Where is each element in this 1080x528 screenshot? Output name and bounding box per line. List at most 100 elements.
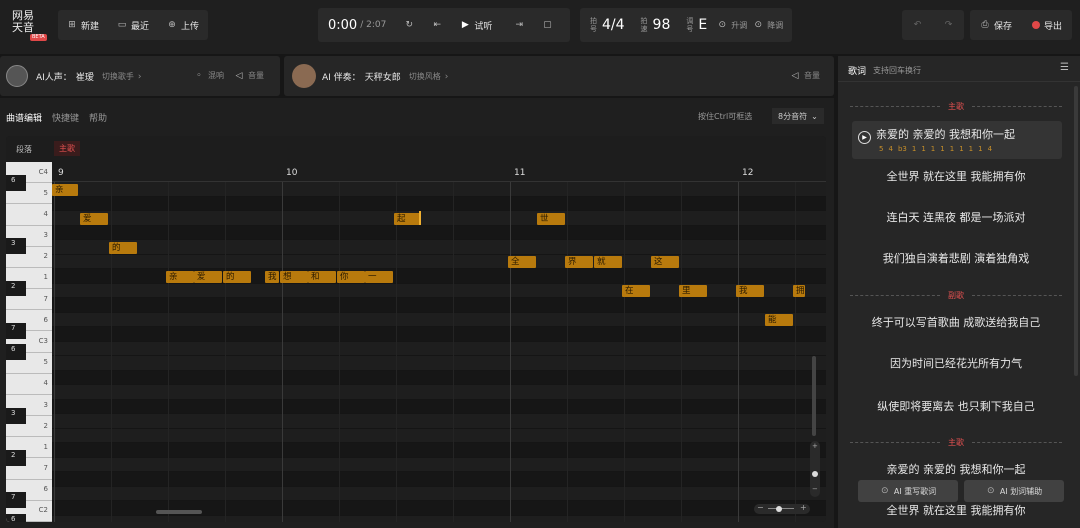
note-block[interactable]: 爱 — [80, 212, 108, 225]
black-key[interactable]: 6 — [6, 174, 26, 191]
note-value-select[interactable]: 8分音符 ⌄ — [772, 108, 824, 124]
note-block[interactable]: 拥 — [793, 285, 805, 297]
undo-icon[interactable]: ↶ — [913, 20, 923, 30]
note-block[interactable]: 在 — [622, 285, 650, 297]
play-line-icon[interactable]: ▶ — [858, 131, 871, 144]
lyrics-title: 歌词 — [848, 67, 867, 77]
note-block[interactable]: 我 — [736, 285, 764, 297]
note-block[interactable]: 世 — [537, 212, 565, 225]
lyric-line-8[interactable]: 亲爱的 亲爱的 我想和你一起 — [838, 461, 1074, 477]
pitch-mark: 1 — [921, 145, 926, 153]
black-key[interactable]: 6 — [6, 344, 26, 360]
skip-back-icon[interactable]: ⇤ — [432, 20, 442, 30]
note-block[interactable]: 里 — [679, 285, 707, 297]
tempo-value[interactable]: 98 — [653, 17, 671, 33]
zoom-in-icon[interactable]: + — [812, 442, 818, 450]
note-block[interactable]: 界 — [565, 256, 593, 268]
skip-forward-icon[interactable]: ⇥ — [514, 20, 524, 30]
mix-button[interactable]: ◦ 混响 — [194, 70, 224, 81]
key-value[interactable]: E — [698, 17, 707, 33]
beat-line — [624, 182, 625, 522]
tab-shortcuts[interactable]: 快捷键 — [52, 111, 79, 124]
accompaniment-volume-button[interactable]: ◁ 音量 — [790, 70, 820, 81]
vocal-track: AI人声： 崔瑷 切换歌手 › ◦ 混响 ◁ 音量 — [0, 56, 280, 96]
note-block[interactable]: 想 — [280, 270, 308, 283]
upload-button[interactable]: ⊕ 上传 — [167, 19, 199, 32]
note-block[interactable]: 起 — [394, 212, 420, 225]
note-block[interactable]: 这 — [651, 256, 679, 268]
black-key[interactable]: 3 — [6, 407, 26, 424]
piano-keyboard[interactable]: C4 5 4 3 2 1 7 6 C3 5 4 3 2 1 7 6 C2 6 3 2 7 6 3 2 7 6 — [6, 162, 52, 522]
note-block[interactable]: 的 — [223, 270, 251, 283]
lyric-line-4[interactable]: 我们独自演着悲剧 演着独角戏 — [838, 250, 1074, 266]
black-key[interactable]: 3 — [6, 238, 26, 255]
black-key[interactable]: 7 — [6, 322, 26, 339]
note-block[interactable]: 能 — [765, 314, 793, 326]
black-key[interactable]: 2 — [6, 450, 26, 466]
time-signature[interactable]: 4/4 — [602, 17, 625, 33]
audition-button[interactable]: ▶ 试听 — [460, 19, 492, 32]
bar-line — [282, 182, 283, 522]
loop-icon[interactable]: ↻ — [404, 20, 414, 30]
lyric-line-1[interactable]: 亲爱的 亲爱的 我想和你一起 — [876, 126, 1015, 142]
note-block[interactable]: 我 — [265, 270, 279, 283]
black-key[interactable]: 6 — [6, 513, 26, 522]
black-key[interactable]: 2 — [6, 280, 26, 297]
ai-word-assist-button[interactable]: ⊙ AI 划词辅助 — [964, 480, 1064, 502]
tab-help[interactable]: 帮助 — [89, 111, 107, 124]
lyric-line-2[interactable]: 全世界 就在这里 我能拥有你 — [838, 168, 1074, 184]
note-block[interactable]: 和 — [308, 270, 336, 283]
lyric-line-5[interactable]: 终于可以写首歌曲 成歌送给我自己 — [838, 314, 1074, 330]
zoom-handle[interactable] — [812, 471, 818, 477]
save-button[interactable]: ⎙ 保存 — [980, 19, 1012, 32]
ai-icon: ⊙ — [881, 486, 889, 496]
vertical-scrollbar[interactable] — [812, 356, 816, 436]
volume-icon: ◁ — [791, 70, 799, 81]
note-grid[interactable]: 亲爱的亲爱的我想和你一起世全界就这在里我拥能 — [52, 182, 826, 522]
piano-key[interactable]: 4 — [6, 373, 52, 395]
zoom-out-icon[interactable]: − — [812, 485, 818, 493]
redo-icon[interactable]: ↷ — [944, 20, 954, 30]
switch-style-link[interactable]: 切换风格 — [409, 71, 441, 82]
note-block[interactable]: 就 — [594, 256, 622, 268]
transpose-up-button[interactable]: ⊙ 升调 — [717, 20, 747, 31]
note-block[interactable]: 你 — [337, 270, 365, 283]
zoom-handle[interactable] — [776, 506, 782, 512]
lyric-line-7[interactable]: 纵使即将要离去 也只剩下我自己 — [838, 398, 1074, 414]
accompaniment-avatar[interactable] — [292, 64, 316, 88]
lyric-line-9[interactable]: 全世界 就在这里 我能拥有你 — [838, 502, 1074, 518]
section-tag-main[interactable]: 主歌 — [54, 141, 80, 156]
black-key[interactable]: 7 — [6, 492, 26, 509]
note-block[interactable]: 全 — [508, 256, 536, 268]
zoom-in-icon[interactable]: + — [800, 503, 807, 512]
note-block[interactable]: 亲 — [166, 270, 194, 283]
lyric-line-3[interactable]: 连白天 连黑夜 都是一场派对 — [838, 209, 1074, 225]
vocal-volume-button[interactable]: ◁ 音量 — [234, 70, 264, 81]
lyric-line-6[interactable]: 因为时间已经花光所有力气 — [838, 355, 1074, 371]
tab-score-edit[interactable]: 曲谱编辑 — [6, 111, 42, 124]
export-button[interactable]: 导出 — [1031, 19, 1062, 32]
file-actions: ⊞ 新建 ▭ 最近 ⊕ 上传 — [58, 10, 208, 40]
stop-icon[interactable]: ▢ — [542, 20, 552, 30]
piano-key-label: 6 — [43, 315, 48, 324]
note-block[interactable]: 亲 — [52, 183, 78, 196]
vertical-zoom-slider[interactable]: + − — [810, 441, 820, 497]
ai-rewrite-lyrics-button[interactable]: ⊙ AI 重写歌词 — [858, 480, 958, 502]
lyrics-menu-icon[interactable]: ☰ — [1060, 62, 1069, 73]
note-block[interactable]: 的 — [109, 241, 137, 254]
transpose-down-button[interactable]: ⊙ 降调 — [753, 20, 783, 31]
note-block[interactable]: 爱 — [194, 270, 222, 283]
note-resize-handle[interactable] — [419, 211, 421, 225]
new-button[interactable]: ⊞ 新建 — [67, 19, 99, 32]
switch-singer-link[interactable]: 切换歌手 — [102, 71, 134, 82]
singer-avatar[interactable] — [6, 65, 28, 87]
key-label: 调号 — [686, 17, 694, 33]
horizontal-zoom-slider[interactable]: − + — [754, 503, 810, 514]
lyrics-scrollbar[interactable] — [1074, 86, 1078, 376]
lyric-line-active[interactable]: ▶ 亲爱的 亲爱的 我想和你一起 5 4 b3 1 1 1 1 1 1 1 1 4 — [852, 121, 1062, 159]
piano-key[interactable]: 4 — [6, 204, 52, 226]
recent-button[interactable]: ▭ 最近 — [117, 19, 149, 32]
horizontal-scrollbar[interactable] — [156, 510, 202, 514]
note-block[interactable]: 一 — [365, 270, 393, 283]
zoom-out-icon[interactable]: − — [757, 503, 764, 512]
